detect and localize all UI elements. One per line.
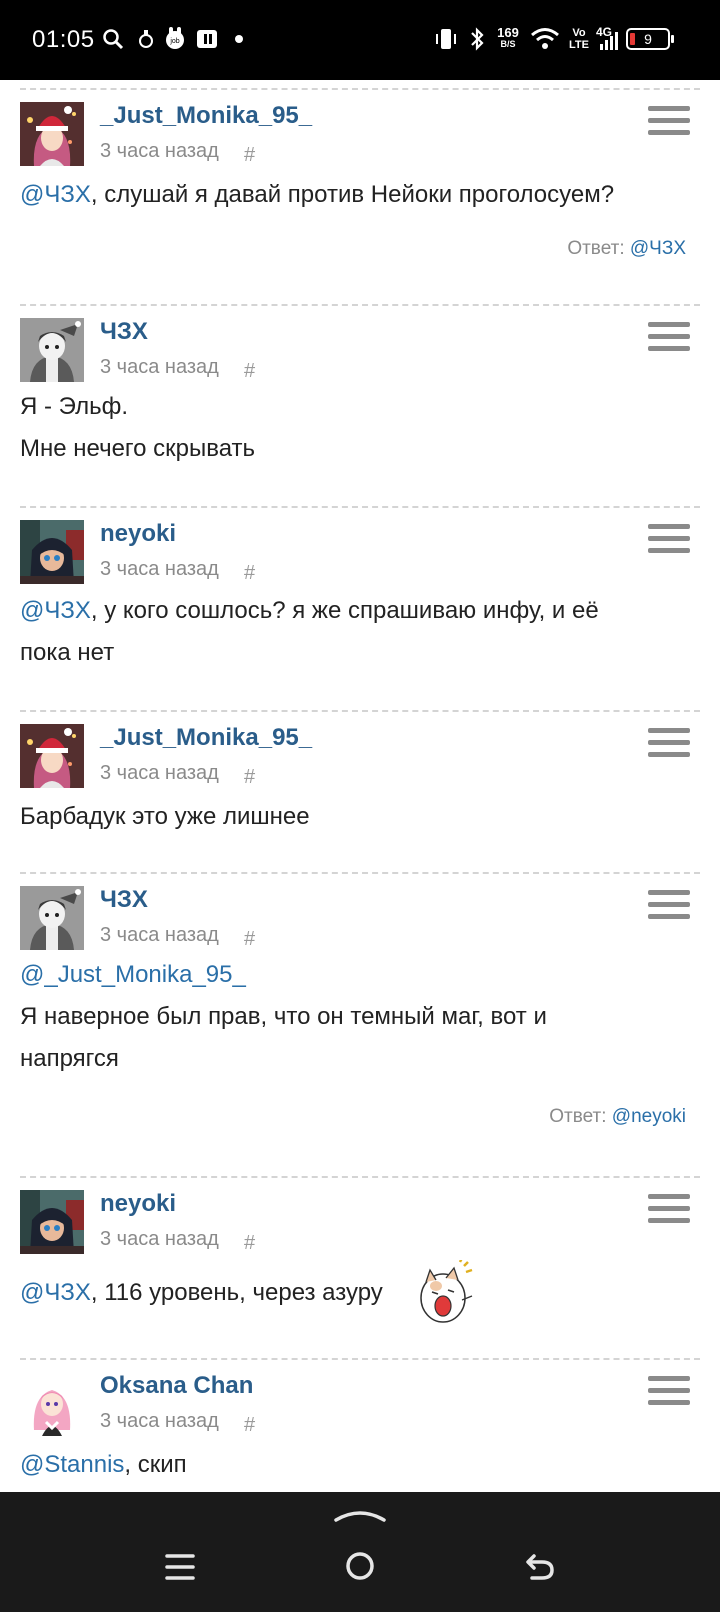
comment-timestamp[interactable]: 3 часа назад [100, 762, 219, 785]
comment-divider [20, 1176, 700, 1178]
avatar[interactable] [20, 1372, 84, 1436]
comment-divider [20, 1358, 700, 1360]
mention-link[interactable]: @ЧЗХ [20, 597, 91, 624]
system-navigation-bar [0, 1492, 720, 1612]
reply-to-link[interactable]: @ЧЗХ [630, 238, 686, 259]
avatar[interactable] [20, 520, 84, 584]
reply-to-link[interactable]: @neyoki [612, 1106, 686, 1127]
comment-item: _Just_Monika_95_ 3 часа назад # @ЧЗХ, сл… [20, 88, 700, 300]
comment-menu-button[interactable] [648, 1376, 690, 1408]
volte-indicator: Vo LTE [569, 27, 589, 51]
bluetooth-icon [471, 27, 484, 51]
net-speed: 169 B/S [497, 25, 519, 49]
comment-timestamp[interactable]: 3 часа назад [100, 356, 219, 379]
comment-timestamp[interactable]: 3 часа назад [100, 924, 219, 947]
comment-timestamp[interactable]: 3 часа назад [100, 1410, 219, 1433]
comment-permalink[interactable]: # [244, 360, 255, 383]
comment-menu-button[interactable] [648, 322, 690, 354]
avatar[interactable] [20, 318, 84, 382]
comment-permalink[interactable]: # [244, 562, 255, 585]
avatar[interactable] [20, 724, 84, 788]
mention-link[interactable]: @_Just_Monika_95_ [20, 961, 246, 988]
comment-menu-button[interactable] [648, 524, 690, 556]
job-app-icon: job [166, 27, 184, 49]
comment-permalink[interactable]: # [244, 1232, 255, 1255]
comment-menu-button[interactable] [648, 728, 690, 760]
comment-author[interactable]: Oksana Chan [100, 1372, 253, 1400]
more-notifications-dot-icon [235, 35, 243, 43]
comment-text: Барбадук это уже лишнее [20, 803, 310, 830]
mention-link[interactable]: @ЧЗХ [20, 181, 91, 208]
menu-icon[interactable] [164, 1550, 196, 1584]
comment-item: ЧЗХ 3 часа назад # @_Just_Monika_95_ Я н… [20, 872, 700, 1154]
expand-handle-icon[interactable] [332, 1506, 388, 1524]
battery-icon: 9 [626, 28, 674, 50]
wifi-icon [531, 28, 559, 49]
comment-timestamp[interactable]: 3 часа назад [100, 1228, 219, 1251]
comment-item: Oksana Chan 3 часа назад # @Stannis, ски… [20, 1358, 700, 1492]
comment-timestamp[interactable]: 3 часа назад [100, 140, 219, 163]
status-time: 01:05 [32, 26, 95, 53]
comment-text: @ЧЗХ, 116 уровень, через азуру [20, 1260, 700, 1323]
back-icon[interactable] [524, 1548, 556, 1584]
comment-text: @ЧЗХ, слушай я давай против Нейоки прого… [20, 181, 615, 208]
comment-permalink[interactable]: # [244, 1414, 255, 1437]
mention-link[interactable]: @Stannis [20, 1451, 124, 1478]
svg-text:job: job [169, 38, 179, 45]
comments-feed[interactable]: _Just_Monika_95_ 3 часа назад # @ЧЗХ, сл… [0, 80, 720, 1492]
comment-permalink[interactable]: # [244, 144, 255, 167]
comment-item: _Just_Monika_95_ 3 часа назад # Барбадук… [20, 710, 700, 870]
comment-text: @ЧЗХ, у кого сошлось? я же спрашиваю инф… [20, 597, 599, 666]
comment-text: Я - Эльф. Мне нечего скрывать [20, 393, 256, 462]
status-bar: 01:05 job 169 B/S Vo LTE 4G 9 [0, 0, 720, 80]
comment-item: neyoki 3 часа назад # @ЧЗХ, 116 уровень,… [20, 1176, 700, 1352]
comment-divider [20, 506, 700, 508]
emoji-sticker-icon [420, 1260, 473, 1323]
signal-icon [600, 32, 618, 50]
comment-timestamp[interactable]: 3 часа назад [100, 558, 219, 581]
wallet-app-icon [197, 30, 217, 48]
comment-divider [20, 88, 700, 90]
comment-permalink[interactable]: # [244, 766, 255, 789]
comment-divider [20, 304, 700, 306]
vibrate-icon [436, 29, 456, 49]
reply-to: Ответ: @ЧЗХ [567, 238, 686, 259]
comment-text: @_Just_Monika_95_ Я наверное был прав, ч… [20, 961, 547, 1072]
comment-divider [20, 872, 700, 874]
comment-divider [20, 710, 700, 712]
comment-permalink[interactable]: # [244, 928, 255, 951]
comment-author[interactable]: ЧЗХ [100, 318, 148, 346]
comment-item: neyoki 3 часа назад # @ЧЗХ, у кого сошло… [20, 506, 700, 708]
comment-menu-button[interactable] [648, 890, 690, 922]
comment-author[interactable]: ЧЗХ [100, 886, 148, 914]
comment-author[interactable]: _Just_Monika_95_ [100, 724, 312, 752]
reply-to: Ответ: @neyoki [549, 1106, 686, 1127]
comment-menu-button[interactable] [648, 1194, 690, 1226]
search-icon [103, 29, 124, 50]
comment-item: ЧЗХ 3 часа назад # Я - Эльф. Мне нечего … [20, 304, 700, 500]
comment-menu-button[interactable] [648, 106, 690, 138]
mention-link[interactable]: @ЧЗХ [20, 1279, 91, 1306]
avatar[interactable] [20, 1190, 84, 1254]
home-icon[interactable] [344, 1548, 376, 1584]
comment-author[interactable]: _Just_Monika_95_ [100, 102, 312, 130]
comment-author[interactable]: neyoki [100, 1190, 176, 1218]
notification-app-icon [139, 30, 153, 48]
avatar[interactable] [20, 886, 84, 950]
comment-text: @Stannis, скип [20, 1451, 187, 1478]
avatar[interactable] [20, 102, 84, 166]
comment-author[interactable]: neyoki [100, 520, 176, 548]
